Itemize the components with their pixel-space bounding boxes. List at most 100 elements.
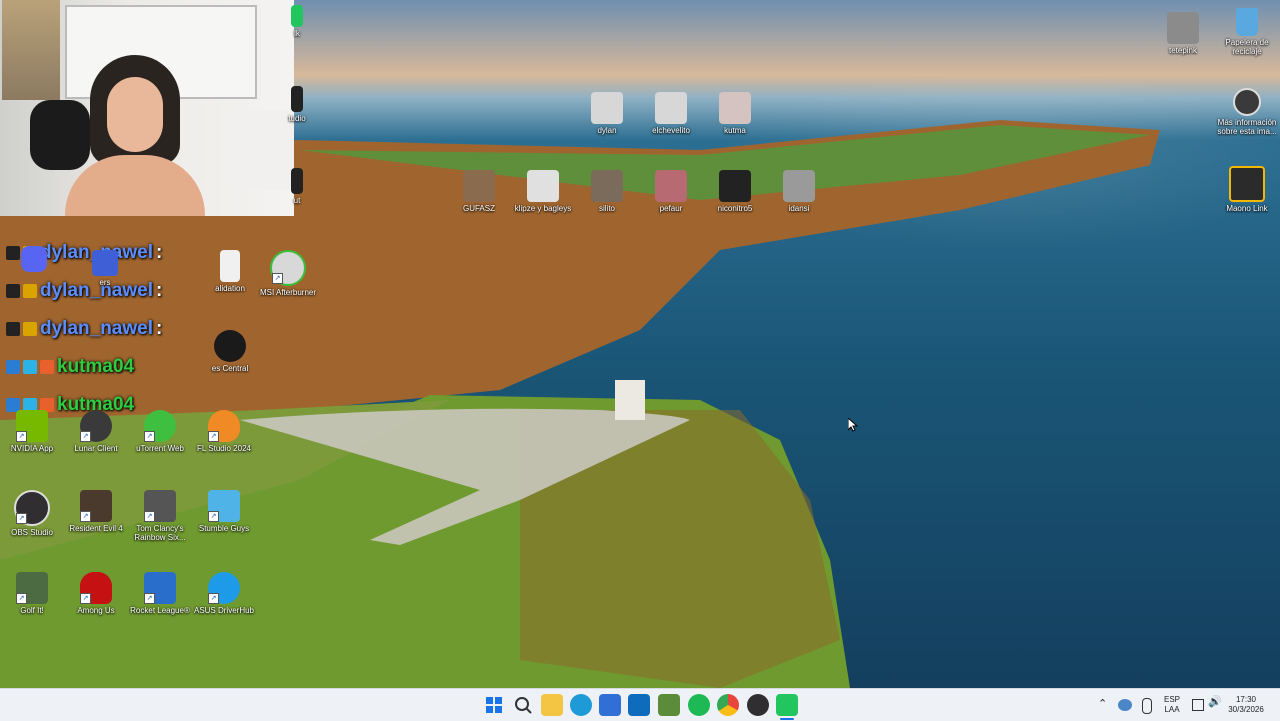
desktop-icon-kutma[interactable]: kutma [703,92,767,135]
players-icon [92,250,118,276]
crown-icon [23,284,37,298]
chat-message: kutma04 [6,356,134,378]
desktop-icon-validation[interactable]: alidation [205,250,255,293]
desktop-icon-asus-driverhub[interactable]: ↗ ASUS DriverHub [192,572,256,615]
folder-photo-icon [527,170,559,202]
stumble-guys-icon: ↗ [208,490,240,522]
taskbar-store[interactable] [599,694,621,716]
chat-message: dylan_nawel : [6,318,162,340]
among-us-icon: ↗ [80,572,112,604]
fl-studio-icon: ↗ [208,410,240,442]
search-icon [515,697,532,714]
taskbar: ⌃ ESP LAA 🔊 17:30 30/3/2026 [0,688,1280,721]
chat-username: dylan_nawel [40,318,153,339]
app-icon [291,86,303,112]
folder-photo-icon [719,170,751,202]
desktop-icon-waves-central[interactable]: es Central [200,330,260,373]
capcut-icon [291,168,303,194]
desktop-icon-discord[interactable] [18,246,50,272]
cat-photo-icon [655,92,687,124]
badge-icon [6,284,20,298]
search-button[interactable] [512,694,534,716]
maono-link-icon [1229,166,1265,202]
desktop-icon-tetepink[interactable]: tetepink [1151,12,1215,55]
taskbar-chrome[interactable] [717,694,739,716]
folder-photo-icon [591,170,623,202]
volume-icon[interactable]: 🔊 [1208,697,1222,708]
document-icon [220,250,240,282]
waves-central-icon [214,330,246,362]
folder-photo-icon [463,170,495,202]
taskbar-minecraft[interactable] [658,694,680,716]
desktop-icon-rainbow-six[interactable]: ↗ Tom Clancy's Rainbow Six... [128,490,192,542]
desktop-icon-fl-studio[interactable]: ↗ FL Studio 2024 [192,410,256,453]
taskbar-file-explorer[interactable] [541,694,563,716]
discord-icon [21,246,47,272]
recycle-bin-icon [1236,8,1258,36]
desktop-icon-recycle-bin[interactable]: Papelera de reciclaje [1215,8,1279,56]
badge-icon [23,360,37,374]
desktop-icon-pefaur[interactable]: pefaur [639,170,703,213]
obs-icon: ↗ [14,490,50,526]
language-indicator[interactable]: ESP LAA [1160,695,1184,715]
desktop-icon-lunar-client[interactable]: ↗ Lunar Client [64,410,128,453]
start-button[interactable] [483,694,505,716]
clock[interactable]: 17:30 30/3/2026 [1226,695,1266,715]
lunar-client-icon: ↗ [80,410,112,442]
desktop-icon-utorrent[interactable]: ↗ uTorrent Web [128,410,192,453]
microphone-icon[interactable] [1142,698,1152,714]
msi-afterburner-icon: ↗ [270,250,306,286]
desktop-icon-golf-it[interactable]: ↗ Golf It! [0,572,64,615]
chevron-up-icon[interactable]: ⌃ [1098,699,1107,710]
desktop-icon-nvidia-app[interactable]: ↗ NVIDIA App [0,410,64,453]
desktop-icon-elchevelito[interactable]: elchevelito [639,92,703,135]
desktop-icon-stumble-guys[interactable]: ↗ Stumble Guys [192,490,256,533]
rocket-league-icon: ↗ [144,572,176,604]
taskbar-obs[interactable] [747,694,769,716]
desktop-icon-maono-link[interactable]: Maono Link [1215,166,1279,213]
taskbar-app[interactable] [776,694,798,716]
desktop-icon-among-us[interactable]: ↗ Among Us [64,572,128,615]
display-icon[interactable] [1192,699,1204,711]
badge-icon [6,360,20,374]
desktop-icon-studio[interactable]: tudio [282,86,312,123]
desktop-icon-idansi[interactable]: idansi [767,170,831,213]
chat-username: kutma04 [57,356,135,377]
cat-photo-icon [719,92,751,124]
crown-icon [23,322,37,336]
utorrent-icon: ↗ [144,410,176,442]
desktop-icon-msi-afterburner[interactable]: ↗ MSI Afterburner [256,250,320,297]
desktop-icon-rocket-league[interactable]: ↗ Rocket League® [128,572,192,615]
badge-icon [6,322,20,336]
cat-photo-icon [1167,12,1199,44]
desktop-icon-players[interactable]: ers [80,250,130,287]
desktop-icon-obs[interactable]: ↗ OBS Studio [0,490,64,537]
webcam-overlay [0,0,294,216]
badge-icon [40,360,54,374]
cat-photo-icon [591,92,623,124]
taskbar-outlook[interactable] [628,694,650,716]
windows-icon [486,697,502,713]
desktop-icon-resident-evil[interactable]: ↗ Resident Evil 4 [64,490,128,533]
folder-photo-icon [655,170,687,202]
cloud-icon[interactable] [1118,699,1132,711]
desktop-icon-dylan[interactable]: dylan [575,92,639,135]
desktop-wallpaper: dylan_nawel : dylan_nawel : dylan_nawel … [0,0,1280,688]
rainbow-six-icon: ↗ [144,490,176,522]
desktop-icon-gufasz[interactable]: GUFASZ [447,170,511,213]
desktop-icon-niconitro[interactable]: niconitro5 [703,170,767,213]
asus-driverhub-icon: ↗ [208,572,240,604]
taskbar-edge[interactable] [570,694,592,716]
desktop-icon-talk[interactable]: lk [282,5,312,38]
golf-it-icon: ↗ [16,572,48,604]
app-icon [291,5,303,27]
resident-evil-icon: ↗ [80,490,112,522]
desktop-icon-silito[interactable]: silito [575,170,639,213]
nvidia-icon: ↗ [16,410,48,442]
desktop-icon-capcut[interactable]: ut [282,168,312,205]
mouse-cursor-icon [848,418,858,432]
desktop-icon-spotlight[interactable]: Más información sobre esta ima... [1215,88,1279,136]
desktop-icon-klipze[interactable]: klipze y bagleys [511,170,575,213]
streamer [45,55,225,216]
taskbar-spotify[interactable] [688,694,710,716]
